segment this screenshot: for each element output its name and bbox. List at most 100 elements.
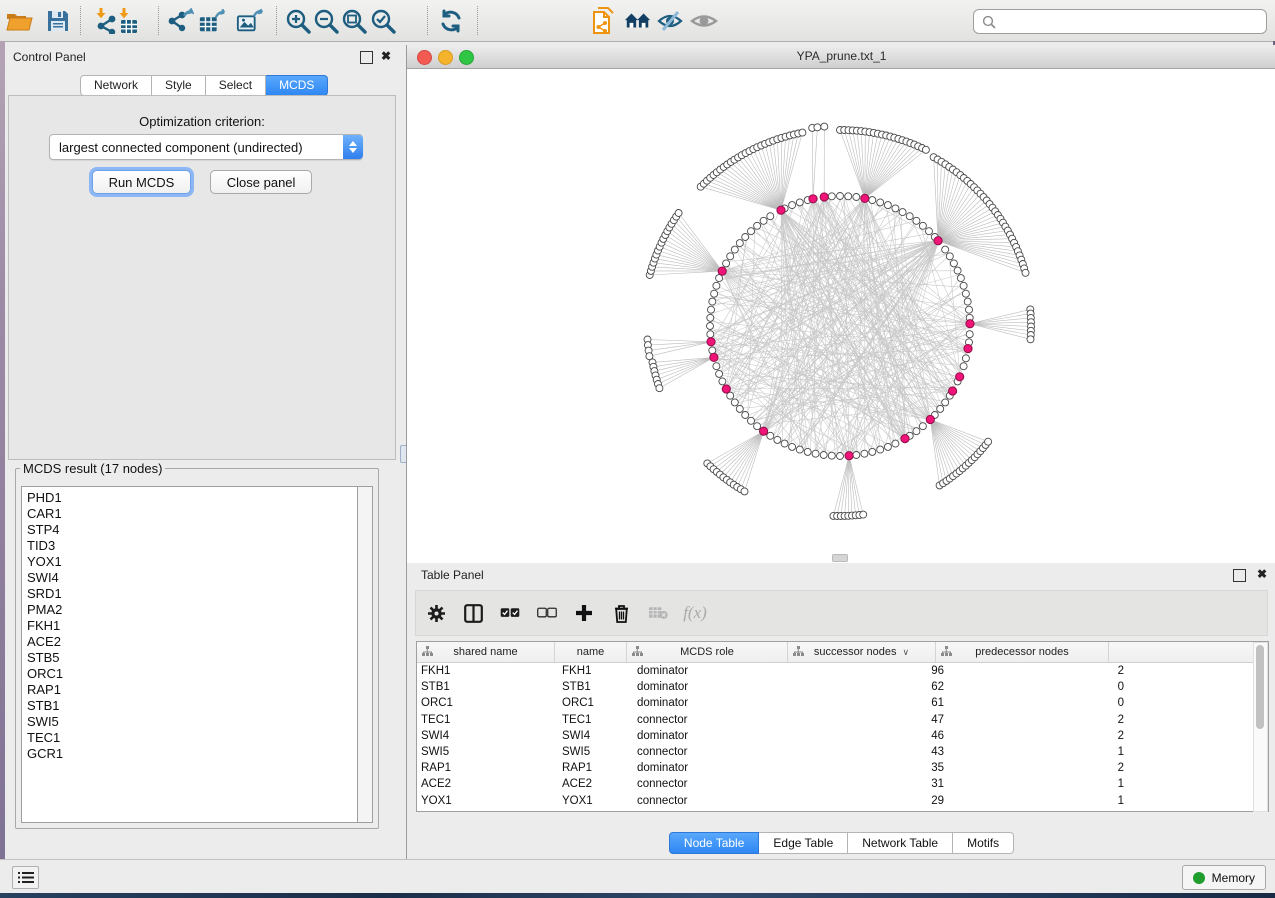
result-node-item[interactable]: TID3 — [27, 538, 359, 554]
result-node-item[interactable]: PHD1 — [27, 490, 359, 506]
deselect-all-icon[interactable] — [537, 602, 557, 624]
result-node-item[interactable]: GCR1 — [27, 746, 359, 762]
column-header-successor-nodes[interactable]: successor nodes∨ — [788, 642, 936, 662]
table-row[interactable]: TEC1TEC1connector472 — [417, 712, 1268, 728]
cell-MCDS-role: dominator — [633, 728, 797, 744]
table-row[interactable]: ORC1ORC1dominator610 — [417, 695, 1268, 711]
import-table-icon[interactable] — [114, 7, 142, 35]
result-node-item[interactable]: SRD1 — [27, 586, 359, 602]
tab-mcds[interactable]: MCDS — [266, 75, 328, 96]
table-row[interactable]: SWI4SWI4dominator462 — [417, 728, 1268, 744]
optimization-criterion-label: Optimization criterion: — [9, 114, 395, 129]
result-node-item[interactable]: SWI5 — [27, 714, 359, 730]
save-icon[interactable] — [44, 7, 72, 35]
function-builder-icon: f(x) — [685, 602, 705, 624]
table-toolbar: f(x) — [415, 590, 1268, 636]
result-node-item[interactable]: CAR1 — [27, 506, 359, 522]
criterion-dropdown[interactable]: largest connected component (undirected) — [49, 134, 363, 160]
share-document-icon[interactable] — [590, 7, 618, 35]
refresh-icon[interactable] — [437, 7, 465, 35]
columns-icon[interactable] — [463, 602, 483, 624]
close-panel-button[interactable]: Close panel — [210, 170, 313, 194]
show-selected-eye-icon[interactable] — [690, 7, 718, 35]
result-node-item[interactable]: STB5 — [27, 650, 359, 666]
close-panel-icon[interactable]: ✖ — [1257, 567, 1267, 581]
cell-successor-nodes: 61 — [797, 695, 952, 711]
column-header-MCDS-role[interactable]: MCDS role — [627, 642, 788, 662]
table-scrollbar[interactable] — [1253, 642, 1268, 812]
add-row-icon[interactable] — [574, 602, 594, 624]
result-node-item[interactable]: STP4 — [27, 522, 359, 538]
tab-motifs[interactable]: Motifs — [953, 832, 1014, 854]
status-bar: Memory — [0, 859, 1275, 894]
cell-predecessor-nodes: 0 — [952, 679, 1136, 695]
table-row[interactable]: PHD1PHD1dominator180 — [417, 809, 1268, 812]
tab-style[interactable]: Style — [152, 75, 206, 96]
zoom-in-icon[interactable] — [284, 7, 312, 35]
float-panel-icon[interactable] — [360, 51, 373, 64]
home-networks-icon[interactable] — [624, 7, 652, 35]
delete-table-icon — [648, 602, 668, 624]
table-row[interactable]: STB1STB1dominator620 — [417, 679, 1268, 695]
tab-node-table[interactable]: Node Table — [669, 832, 760, 854]
export-network-icon[interactable] — [166, 7, 194, 35]
export-image-icon[interactable] — [236, 7, 264, 35]
tab-network[interactable]: Network — [80, 75, 152, 96]
cell-successor-nodes: 35 — [797, 760, 952, 776]
select-all-icon[interactable] — [500, 602, 520, 624]
column-header-shared-name[interactable]: shared name — [417, 642, 555, 662]
cell-name: FKH1 — [558, 663, 633, 679]
memory-button[interactable]: Memory — [1182, 865, 1266, 890]
export-table-icon[interactable] — [198, 7, 226, 35]
cell-name: PHD1 — [558, 809, 633, 812]
list-icon — [18, 871, 34, 884]
run-mcds-button[interactable]: Run MCDS — [92, 170, 192, 194]
mcds-result-list[interactable]: PHD1CAR1STP4TID3YOX1SWI4SRD1PMA2FKH1ACE2… — [21, 486, 359, 823]
column-header-predecessor-nodes[interactable]: predecessor nodes — [936, 642, 1109, 662]
cell-predecessor-nodes: 1 — [952, 776, 1136, 792]
tab-select[interactable]: Select — [206, 75, 266, 96]
tab-edge-table[interactable]: Edge Table — [759, 832, 848, 854]
table-row[interactable]: RAP1RAP1dominator352 — [417, 760, 1268, 776]
tab-network-table[interactable]: Network Table — [848, 832, 953, 854]
cell-shared-name: STB1 — [417, 679, 558, 695]
zoom-fit-icon[interactable] — [340, 7, 368, 35]
result-node-item[interactable]: SWI4 — [27, 570, 359, 586]
result-node-item[interactable]: FKH1 — [27, 618, 359, 634]
search-input[interactable] — [1000, 12, 1266, 32]
result-node-item[interactable]: YOX1 — [27, 554, 359, 570]
close-panel-icon[interactable]: ✖ — [381, 49, 391, 63]
table-panel: Table Panel ✖ — [406, 563, 1275, 859]
hide-selected-eye-icon[interactable] — [656, 7, 684, 35]
open-icon[interactable] — [5, 7, 33, 35]
cell-successor-nodes: 96 — [797, 663, 952, 679]
delete-row-trash-icon[interactable] — [611, 602, 631, 624]
zoom-out-icon[interactable] — [312, 7, 340, 35]
result-node-item[interactable]: STB1 — [27, 698, 359, 714]
result-node-item[interactable]: RAP1 — [27, 682, 359, 698]
network-graph-canvas[interactable] — [407, 68, 1275, 563]
cell-shared-name: ACE2 — [417, 776, 558, 792]
result-node-item[interactable]: TEC1 — [27, 730, 359, 746]
network-window-resize-grip[interactable] — [832, 554, 848, 562]
network-window-titlebar[interactable]: YPA_prune.txt_1 — [407, 45, 1275, 69]
result-node-item[interactable]: ACE2 — [27, 634, 359, 650]
float-panel-icon[interactable] — [1233, 569, 1246, 582]
table-row[interactable]: YOX1YOX1connector291 — [417, 793, 1268, 809]
table-row[interactable]: ACE2ACE2connector311 — [417, 776, 1268, 792]
table-panel-titlebar: Table Panel ✖ — [407, 563, 1275, 587]
result-node-item[interactable]: PMA2 — [27, 602, 359, 618]
table-row[interactable]: SWI5SWI5connector431 — [417, 744, 1268, 760]
zoom-selected-icon[interactable] — [369, 7, 397, 35]
toolbar-separator — [158, 6, 159, 35]
result-list-scrollbar[interactable] — [357, 486, 373, 823]
task-history-button[interactable] — [12, 866, 39, 889]
cell-name: TEC1 — [558, 712, 633, 728]
result-node-item[interactable]: ORC1 — [27, 666, 359, 682]
gear-icon[interactable] — [426, 602, 446, 624]
cell-shared-name: FKH1 — [417, 663, 558, 679]
cell-MCDS-role: dominator — [633, 695, 797, 711]
table-row[interactable]: FKH1FKH1dominator962 — [417, 663, 1268, 679]
column-header-name[interactable]: name — [555, 642, 627, 662]
table-scrollbar-thumb[interactable] — [1256, 645, 1264, 729]
